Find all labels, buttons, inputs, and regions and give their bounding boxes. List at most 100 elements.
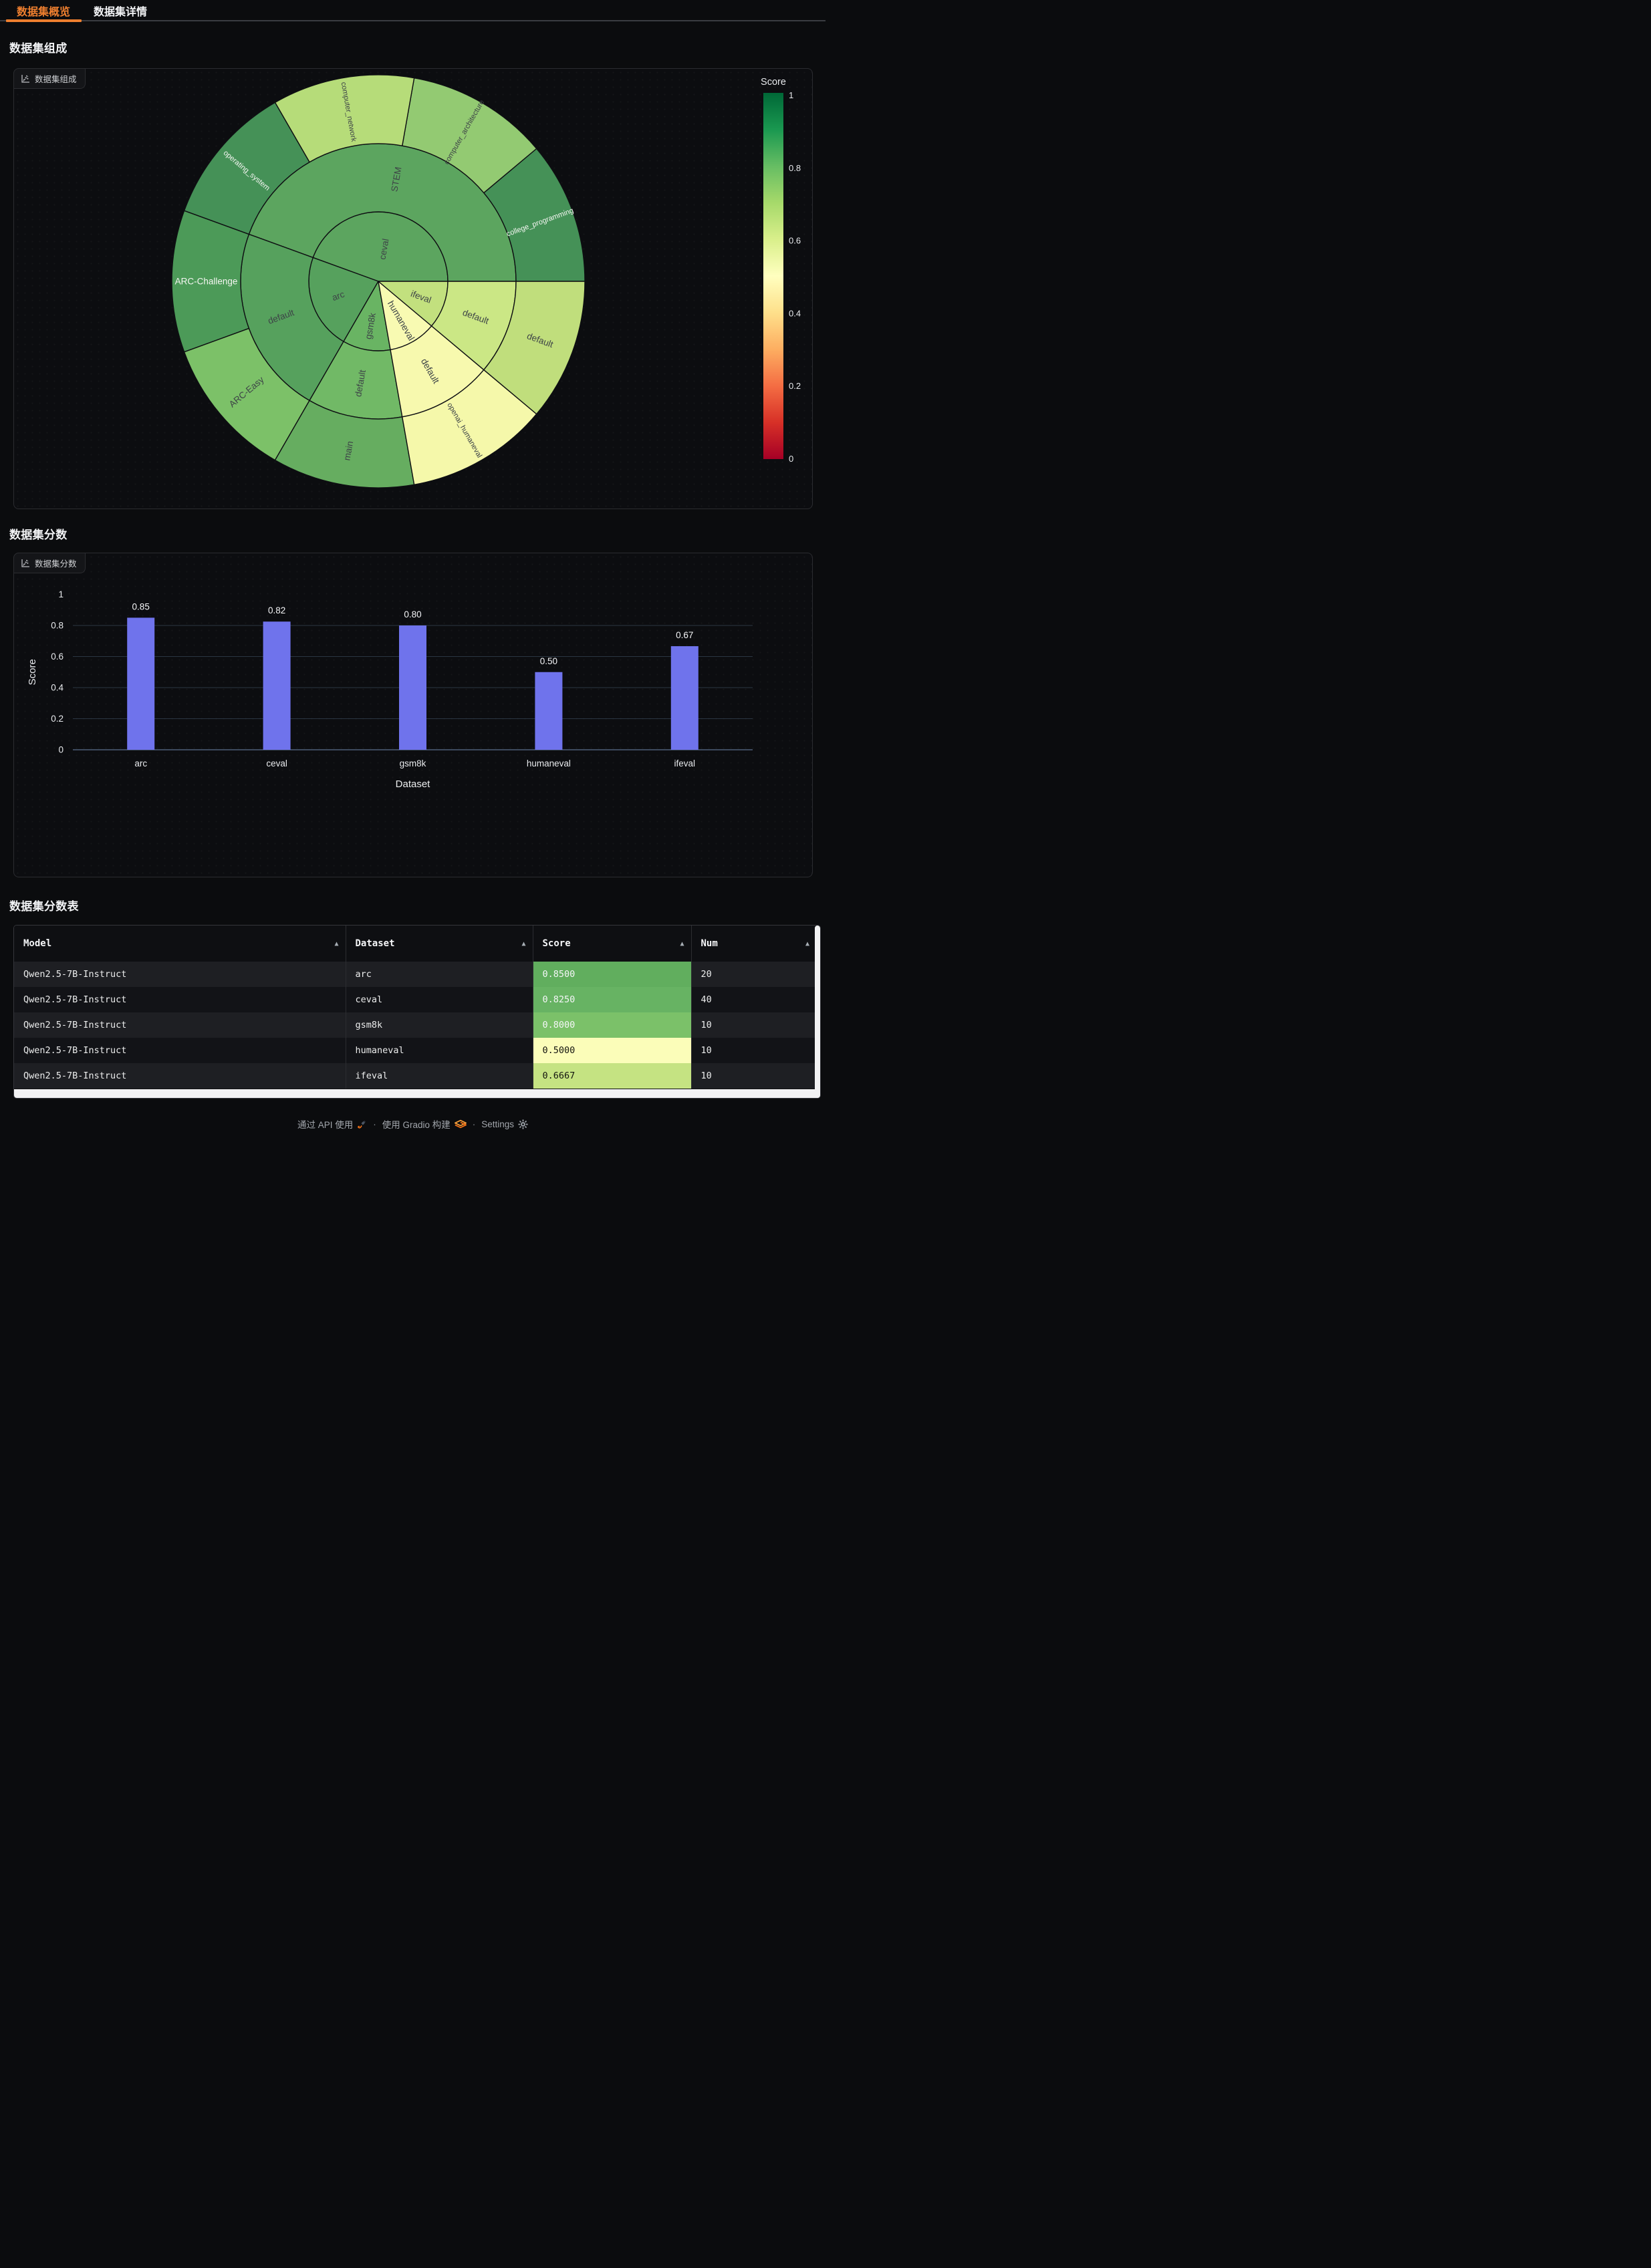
score-colorbar — [763, 93, 783, 459]
cell-num[interactable]: 40 — [691, 987, 816, 1012]
cell-num[interactable]: 10 — [691, 1038, 816, 1063]
bar-value-label: 0.80 — [404, 609, 421, 619]
cell-model[interactable]: Qwen2.5-7B-Instruct — [14, 1038, 346, 1063]
barchart-plot-label: 数据集分数 — [13, 553, 86, 573]
tab-dataset-details[interactable]: 数据集详情 — [94, 3, 147, 19]
y-tick-label: 1 — [58, 589, 64, 599]
table-vertical-scrollbar[interactable] — [815, 926, 820, 1098]
use-via-api-label: 通过 API 使用 — [297, 1117, 353, 1131]
cell-model[interactable]: Qwen2.5-7B-Instruct — [14, 1012, 346, 1038]
bar-value-label: 0.82 — [268, 605, 285, 615]
x-tick-label-humaneval: humaneval — [527, 758, 571, 768]
bar-arc[interactable] — [127, 617, 154, 750]
column-header-label: Dataset — [356, 938, 395, 949]
x-tick-label-arc: arc — [134, 758, 147, 768]
colorbar-tick: 0 — [789, 454, 793, 464]
built-with-gradio-label: 使用 Gradio 构建 — [382, 1117, 451, 1131]
tabbar-divider — [0, 20, 826, 21]
colorbar-tick: 0.6 — [789, 236, 801, 246]
y-tick-label: 0.8 — [51, 621, 64, 631]
colorbar-tick: 0.2 — [789, 381, 801, 391]
bar-ceval[interactable] — [263, 621, 291, 750]
sort-ascending-icon[interactable]: ▲ — [805, 940, 809, 948]
column-header-score[interactable]: Score ▲ — [533, 926, 691, 962]
cell-num[interactable]: 10 — [691, 1012, 816, 1038]
colorbar-tick: 0.8 — [789, 163, 801, 173]
y-tick-label: 0.2 — [51, 714, 64, 724]
barchart-plot-label-text: 数据集分数 — [35, 557, 77, 569]
section-title-scores: 数据集分数 — [9, 525, 68, 542]
sort-ascending-icon[interactable]: ▲ — [521, 940, 525, 948]
x-tick-label-ceval: ceval — [266, 758, 287, 768]
chart-icon — [21, 74, 30, 84]
cell-num[interactable]: 20 — [691, 962, 816, 987]
footer-separator: · — [373, 1119, 376, 1129]
chart-icon — [21, 559, 30, 568]
cell-model[interactable]: Qwen2.5-7B-Instruct — [14, 962, 346, 987]
colorbar-title: Score — [761, 77, 786, 88]
bar-value-label: 0.50 — [540, 656, 557, 666]
column-header-model[interactable]: Model ▲ — [14, 926, 346, 962]
column-header-dataset[interactable]: Dataset ▲ — [346, 926, 533, 962]
bar-gsm8k[interactable] — [399, 625, 426, 750]
bar-ifeval[interactable] — [671, 646, 698, 750]
cell-score[interactable]: 0.6667 — [533, 1063, 691, 1089]
cell-model[interactable]: Qwen2.5-7B-Instruct — [14, 987, 346, 1012]
barchart-panel: 0 0.2 0.4 0.6 0.8 1 Score 0.85 arc 0.82 ceval 0.80 g… — [13, 553, 813, 877]
colorbar-tick: 0.4 — [789, 308, 801, 318]
table-row: Qwen2.5-7B-Instructhumaneval0.500010 — [14, 1038, 816, 1063]
built-with-gradio-link[interactable]: 使用 Gradio 构建 — [382, 1117, 467, 1131]
cell-dataset[interactable]: humaneval — [346, 1038, 533, 1063]
sunburst-plot-label-text: 数据集组成 — [35, 72, 77, 85]
use-via-api-link[interactable]: 通过 API 使用 — [297, 1117, 367, 1131]
settings-label: Settings — [481, 1119, 514, 1129]
cell-dataset[interactable]: ceval — [346, 987, 533, 1012]
tab-bar: 数据集概览 数据集详情 — [0, 0, 826, 22]
settings-link[interactable]: Settings — [481, 1119, 528, 1129]
y-tick-label: 0.6 — [51, 652, 64, 662]
score-table: Model ▲ Dataset ▲ Score ▲ Num ▲ Qwen2.5-7B-Instr… — [13, 925, 821, 1099]
cell-score[interactable]: 0.5000 — [533, 1038, 691, 1063]
sunburst-chart[interactable]: cevalSTEMcollege_programmingcomputer_arc… — [14, 69, 812, 509]
column-header-label: Model — [23, 938, 51, 949]
cell-score[interactable]: 0.8500 — [533, 962, 691, 987]
sunburst-label-ARC-Challenge: ARC-Challenge — [175, 277, 238, 287]
x-axis-title: Dataset — [396, 778, 431, 790]
bar-chart[interactable]: 0 0.2 0.4 0.6 0.8 1 Score 0.85 arc 0.82 ceval 0.80 g… — [14, 553, 812, 877]
bar-value-label: 0.85 — [132, 601, 150, 611]
sort-ascending-icon[interactable]: ▲ — [334, 940, 338, 948]
x-tick-label-ifeval: ifeval — [674, 758, 696, 768]
cell-num[interactable]: 10 — [691, 1063, 816, 1089]
app-page: 数据集概览 数据集详情 数据集组成 cevalSTEMcollege_progr… — [0, 0, 826, 1134]
y-tick-label: 0 — [58, 745, 64, 755]
table-horizontal-scrollbar[interactable] — [14, 1089, 820, 1098]
gear-icon — [518, 1119, 528, 1129]
section-title-score-table: 数据集分数表 — [9, 897, 79, 913]
bar-humaneval[interactable] — [535, 672, 562, 750]
bar-value-label: 0.67 — [676, 630, 693, 640]
cell-score[interactable]: 0.8250 — [533, 987, 691, 1012]
sunburst-plot-label: 数据集组成 — [13, 68, 86, 89]
app-footer: 通过 API 使用 · 使用 Gradio 构建 · Settings — [0, 1117, 826, 1131]
y-tick-label: 0.4 — [51, 683, 64, 693]
cell-dataset[interactable]: arc — [346, 962, 533, 987]
table-row: Qwen2.5-7B-Instructgsm8k0.800010 — [14, 1012, 816, 1038]
column-header-label: Score — [543, 938, 571, 949]
table-row: Qwen2.5-7B-Instructifeval0.666710 — [14, 1063, 816, 1089]
sunburst-panel: cevalSTEMcollege_programmingcomputer_arc… — [13, 68, 813, 509]
cell-model[interactable]: Qwen2.5-7B-Instruct — [14, 1063, 346, 1089]
cell-dataset[interactable]: gsm8k — [346, 1012, 533, 1038]
x-tick-label-gsm8k: gsm8k — [400, 758, 426, 768]
colorbar-tick: 1 — [789, 90, 793, 100]
y-axis-title: Score — [27, 659, 38, 685]
gradio-logo-icon — [455, 1119, 467, 1129]
tab-dataset-overview[interactable]: 数据集概览 — [17, 3, 70, 19]
sort-ascending-icon[interactable]: ▲ — [680, 940, 684, 948]
cell-score[interactable]: 0.8000 — [533, 1012, 691, 1038]
column-header-num[interactable]: Num ▲ — [691, 926, 816, 962]
table-row: Qwen2.5-7B-Instructarc0.850020 — [14, 962, 816, 987]
column-header-label: Num — [701, 938, 718, 949]
active-tab-underline — [6, 19, 82, 22]
cell-dataset[interactable]: ifeval — [346, 1063, 533, 1089]
section-title-composition: 数据集组成 — [9, 39, 68, 55]
